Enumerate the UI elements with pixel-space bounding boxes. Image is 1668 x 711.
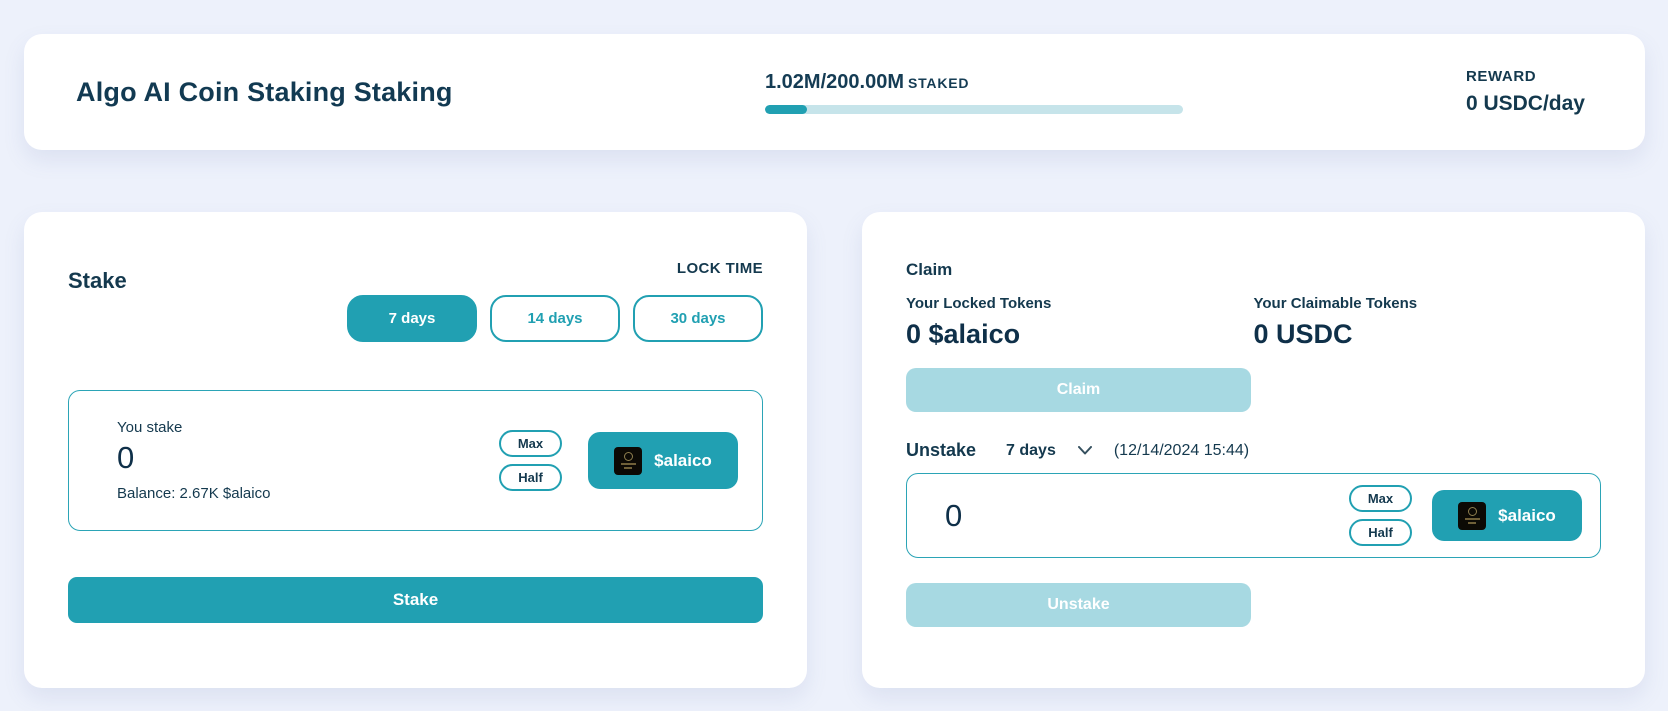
stake-card: Stake LOCK TIME 7 days 14 days 30 days Y… (24, 212, 807, 688)
alaico-token-icon (1458, 502, 1486, 530)
unstake-amount-left: 0 (945, 500, 1349, 531)
lock-time-group: LOCK TIME 7 days 14 days 30 days (347, 260, 763, 342)
stake-submit-button[interactable]: Stake (68, 577, 763, 623)
staked-label: STAKED (908, 75, 969, 91)
page-title: Algo AI Coin Staking Staking (76, 77, 765, 108)
unstake-row: Unstake 7 days (12/14/2024 15:44) (906, 440, 1601, 461)
unstake-amount-right: Max Half $alaico (1349, 485, 1582, 546)
unstake-button[interactable]: Unstake (906, 583, 1251, 627)
lock-time-buttons: 7 days 14 days 30 days (347, 295, 763, 342)
unstake-unlock-datetime: (12/14/2024 15:44) (1114, 442, 1249, 460)
unstake-half-button[interactable]: Half (1349, 519, 1412, 546)
unstake-max-button[interactable]: Max (1349, 485, 1412, 512)
stake-token-symbol: $alaico (654, 451, 712, 471)
stake-amount-box: You stake 0 Balance: 2.67K $alaico Max H… (68, 390, 763, 531)
stake-card-top: Stake LOCK TIME 7 days 14 days 30 days (68, 260, 763, 342)
lock-7-days-button[interactable]: 7 days (347, 295, 477, 342)
staked-progress-bar (765, 105, 1183, 114)
staked-progress-block: 1.02M/200.00MSTAKED (765, 71, 1183, 114)
claimable-tokens-value: 0 USDC (1254, 319, 1602, 350)
reward-value: 0 USDC/day (1466, 92, 1585, 116)
stake-half-button[interactable]: Half (499, 464, 562, 491)
stake-amount-left: You stake 0 Balance: 2.67K $alaico (117, 419, 499, 502)
stake-token-button[interactable]: $alaico (588, 432, 738, 489)
staked-amount: 1.02M/200.00M (765, 71, 904, 93)
locked-tokens-label: Your Locked Tokens (906, 295, 1254, 312)
stake-max-button[interactable]: Max (499, 430, 562, 457)
claimable-tokens-label: Your Claimable Tokens (1254, 295, 1602, 312)
unstake-token-button[interactable]: $alaico (1432, 490, 1582, 541)
chevron-down-icon[interactable] (1078, 446, 1092, 455)
stake-amount-right: Max Half $alaico (499, 430, 738, 491)
stake-amount-input[interactable]: 0 (117, 442, 499, 473)
lock-time-label: LOCK TIME (347, 260, 763, 280)
staking-page: Algo AI Coin Staking Staking 1.02M/200.0… (0, 0, 1668, 688)
locked-tokens-value: 0 $alaico (906, 319, 1254, 350)
you-stake-label: You stake (117, 419, 499, 436)
reward-label: REWARD (1466, 68, 1585, 85)
claimable-tokens-stat: Your Claimable Tokens 0 USDC (1254, 295, 1602, 350)
stake-balance-label: Balance: 2.67K $alaico (117, 485, 499, 502)
reward-block: REWARD 0 USDC/day (1466, 68, 1585, 116)
claim-tokens-row: Your Locked Tokens 0 $alaico Your Claima… (906, 295, 1601, 350)
lock-30-days-button[interactable]: 30 days (633, 295, 763, 342)
claim-button[interactable]: Claim (906, 368, 1251, 412)
locked-tokens-stat: Your Locked Tokens 0 $alaico (906, 295, 1254, 350)
lock-14-days-button[interactable]: 14 days (490, 295, 620, 342)
unstake-amount-input[interactable]: 0 (945, 500, 1349, 531)
claim-card: Claim Your Locked Tokens 0 $alaico Your … (862, 212, 1645, 688)
staked-amount-line: 1.02M/200.00MSTAKED (765, 71, 1183, 94)
unstake-title: Unstake (906, 440, 976, 461)
unstake-token-symbol: $alaico (1498, 506, 1556, 526)
header-card: Algo AI Coin Staking Staking 1.02M/200.0… (24, 34, 1645, 150)
staked-progress-fill (765, 105, 807, 114)
claim-card-title: Claim (906, 260, 1601, 280)
alaico-token-icon (614, 447, 642, 475)
unstake-period-select[interactable]: 7 days (1006, 442, 1056, 460)
unstake-amount-box: 0 Max Half $alaico (906, 473, 1601, 558)
stake-card-title: Stake (68, 268, 127, 294)
cards-row: Stake LOCK TIME 7 days 14 days 30 days Y… (24, 212, 1645, 688)
unstake-pill-column: Max Half (1349, 485, 1412, 546)
stake-pill-column: Max Half (499, 430, 562, 491)
